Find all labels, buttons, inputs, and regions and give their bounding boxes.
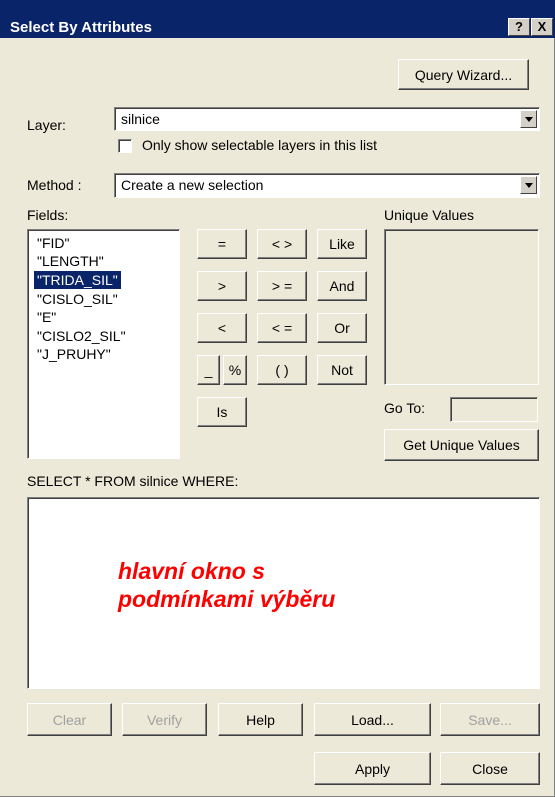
layer-value: silnice: [121, 111, 160, 127]
annotation-line-2: podmínkami výběru: [118, 586, 336, 612]
field-item[interactable]: "CISLO2_SIL": [34, 327, 129, 345]
op-and-button[interactable]: And: [317, 271, 367, 301]
method-label: Method :: [27, 177, 82, 193]
go-to-label: Go To:: [384, 400, 425, 416]
clear-button[interactable]: Clear: [27, 703, 112, 736]
op-less-button[interactable]: <: [197, 313, 247, 343]
help-button[interactable]: Help: [218, 703, 303, 736]
get-unique-values-label: Get Unique Values: [403, 437, 520, 453]
only-selectable-checkbox[interactable]: [118, 139, 132, 153]
op-like-button[interactable]: Like: [317, 229, 367, 259]
apply-button[interactable]: Apply: [314, 752, 431, 785]
chevron-down-icon[interactable]: [520, 176, 537, 194]
title-bar: Select By Attributes ? X: [0, 0, 555, 38]
field-item[interactable]: "E": [34, 308, 59, 326]
op-greater-button[interactable]: >: [197, 271, 247, 301]
op-underscore-button[interactable]: _: [197, 355, 220, 385]
sql-where-label: SELECT * FROM silnice WHERE:: [27, 473, 239, 489]
verify-button[interactable]: Verify: [122, 703, 207, 736]
layer-combobox[interactable]: silnice: [114, 107, 540, 131]
fields-listbox[interactable]: "FID" "LENGTH" "TRIDA_SIL" "CISLO_SIL" "…: [27, 229, 180, 459]
op-not-equal-button[interactable]: < >: [257, 229, 307, 259]
save-button[interactable]: Save...: [440, 703, 540, 736]
field-item[interactable]: "FID": [34, 234, 73, 252]
op-less-equal-button[interactable]: < =: [257, 313, 307, 343]
op-not-button[interactable]: Not: [317, 355, 367, 385]
field-item-selected[interactable]: "TRIDA_SIL": [33, 270, 122, 290]
close-title-button[interactable]: X: [531, 18, 553, 36]
chevron-down-icon[interactable]: [520, 110, 537, 128]
op-parentheses-button[interactable]: ( ): [257, 355, 307, 385]
query-wizard-button[interactable]: Query Wizard...: [398, 59, 529, 90]
op-percent-button[interactable]: %: [223, 355, 247, 385]
load-button[interactable]: Load...: [314, 703, 431, 736]
op-is-button[interactable]: Is: [197, 397, 247, 427]
op-greater-equal-button[interactable]: > =: [257, 271, 307, 301]
get-unique-values-button[interactable]: Get Unique Values: [384, 429, 539, 461]
query-wizard-label: Query Wizard...: [414, 66, 513, 83]
method-combobox[interactable]: Create a new selection: [114, 173, 540, 198]
go-to-input[interactable]: [450, 397, 538, 422]
window-title: Select By Attributes: [10, 19, 152, 36]
method-value: Create a new selection: [121, 177, 264, 193]
unique-values-listbox[interactable]: [384, 229, 539, 385]
op-or-button[interactable]: Or: [317, 313, 367, 343]
unique-values-label: Unique Values: [384, 207, 475, 223]
field-item[interactable]: "LENGTH": [34, 252, 107, 270]
annotation-text: hlavní okno s podmínkami výběru: [118, 557, 335, 613]
op-equals-button[interactable]: =: [197, 229, 247, 259]
select-by-attributes-dialog: Select By Attributes ? X Query Wizard...…: [0, 0, 555, 797]
help-title-button[interactable]: ?: [508, 18, 530, 36]
annotation-line-1: hlavní okno s: [118, 558, 265, 584]
close-button[interactable]: Close: [440, 752, 540, 785]
only-selectable-label: Only show selectable layers in this list: [142, 137, 377, 153]
field-item[interactable]: "J_PRUHY": [34, 345, 114, 363]
layer-label: Layer:: [27, 117, 66, 133]
fields-label: Fields:: [27, 207, 69, 223]
field-item[interactable]: "CISLO_SIL": [34, 290, 121, 308]
